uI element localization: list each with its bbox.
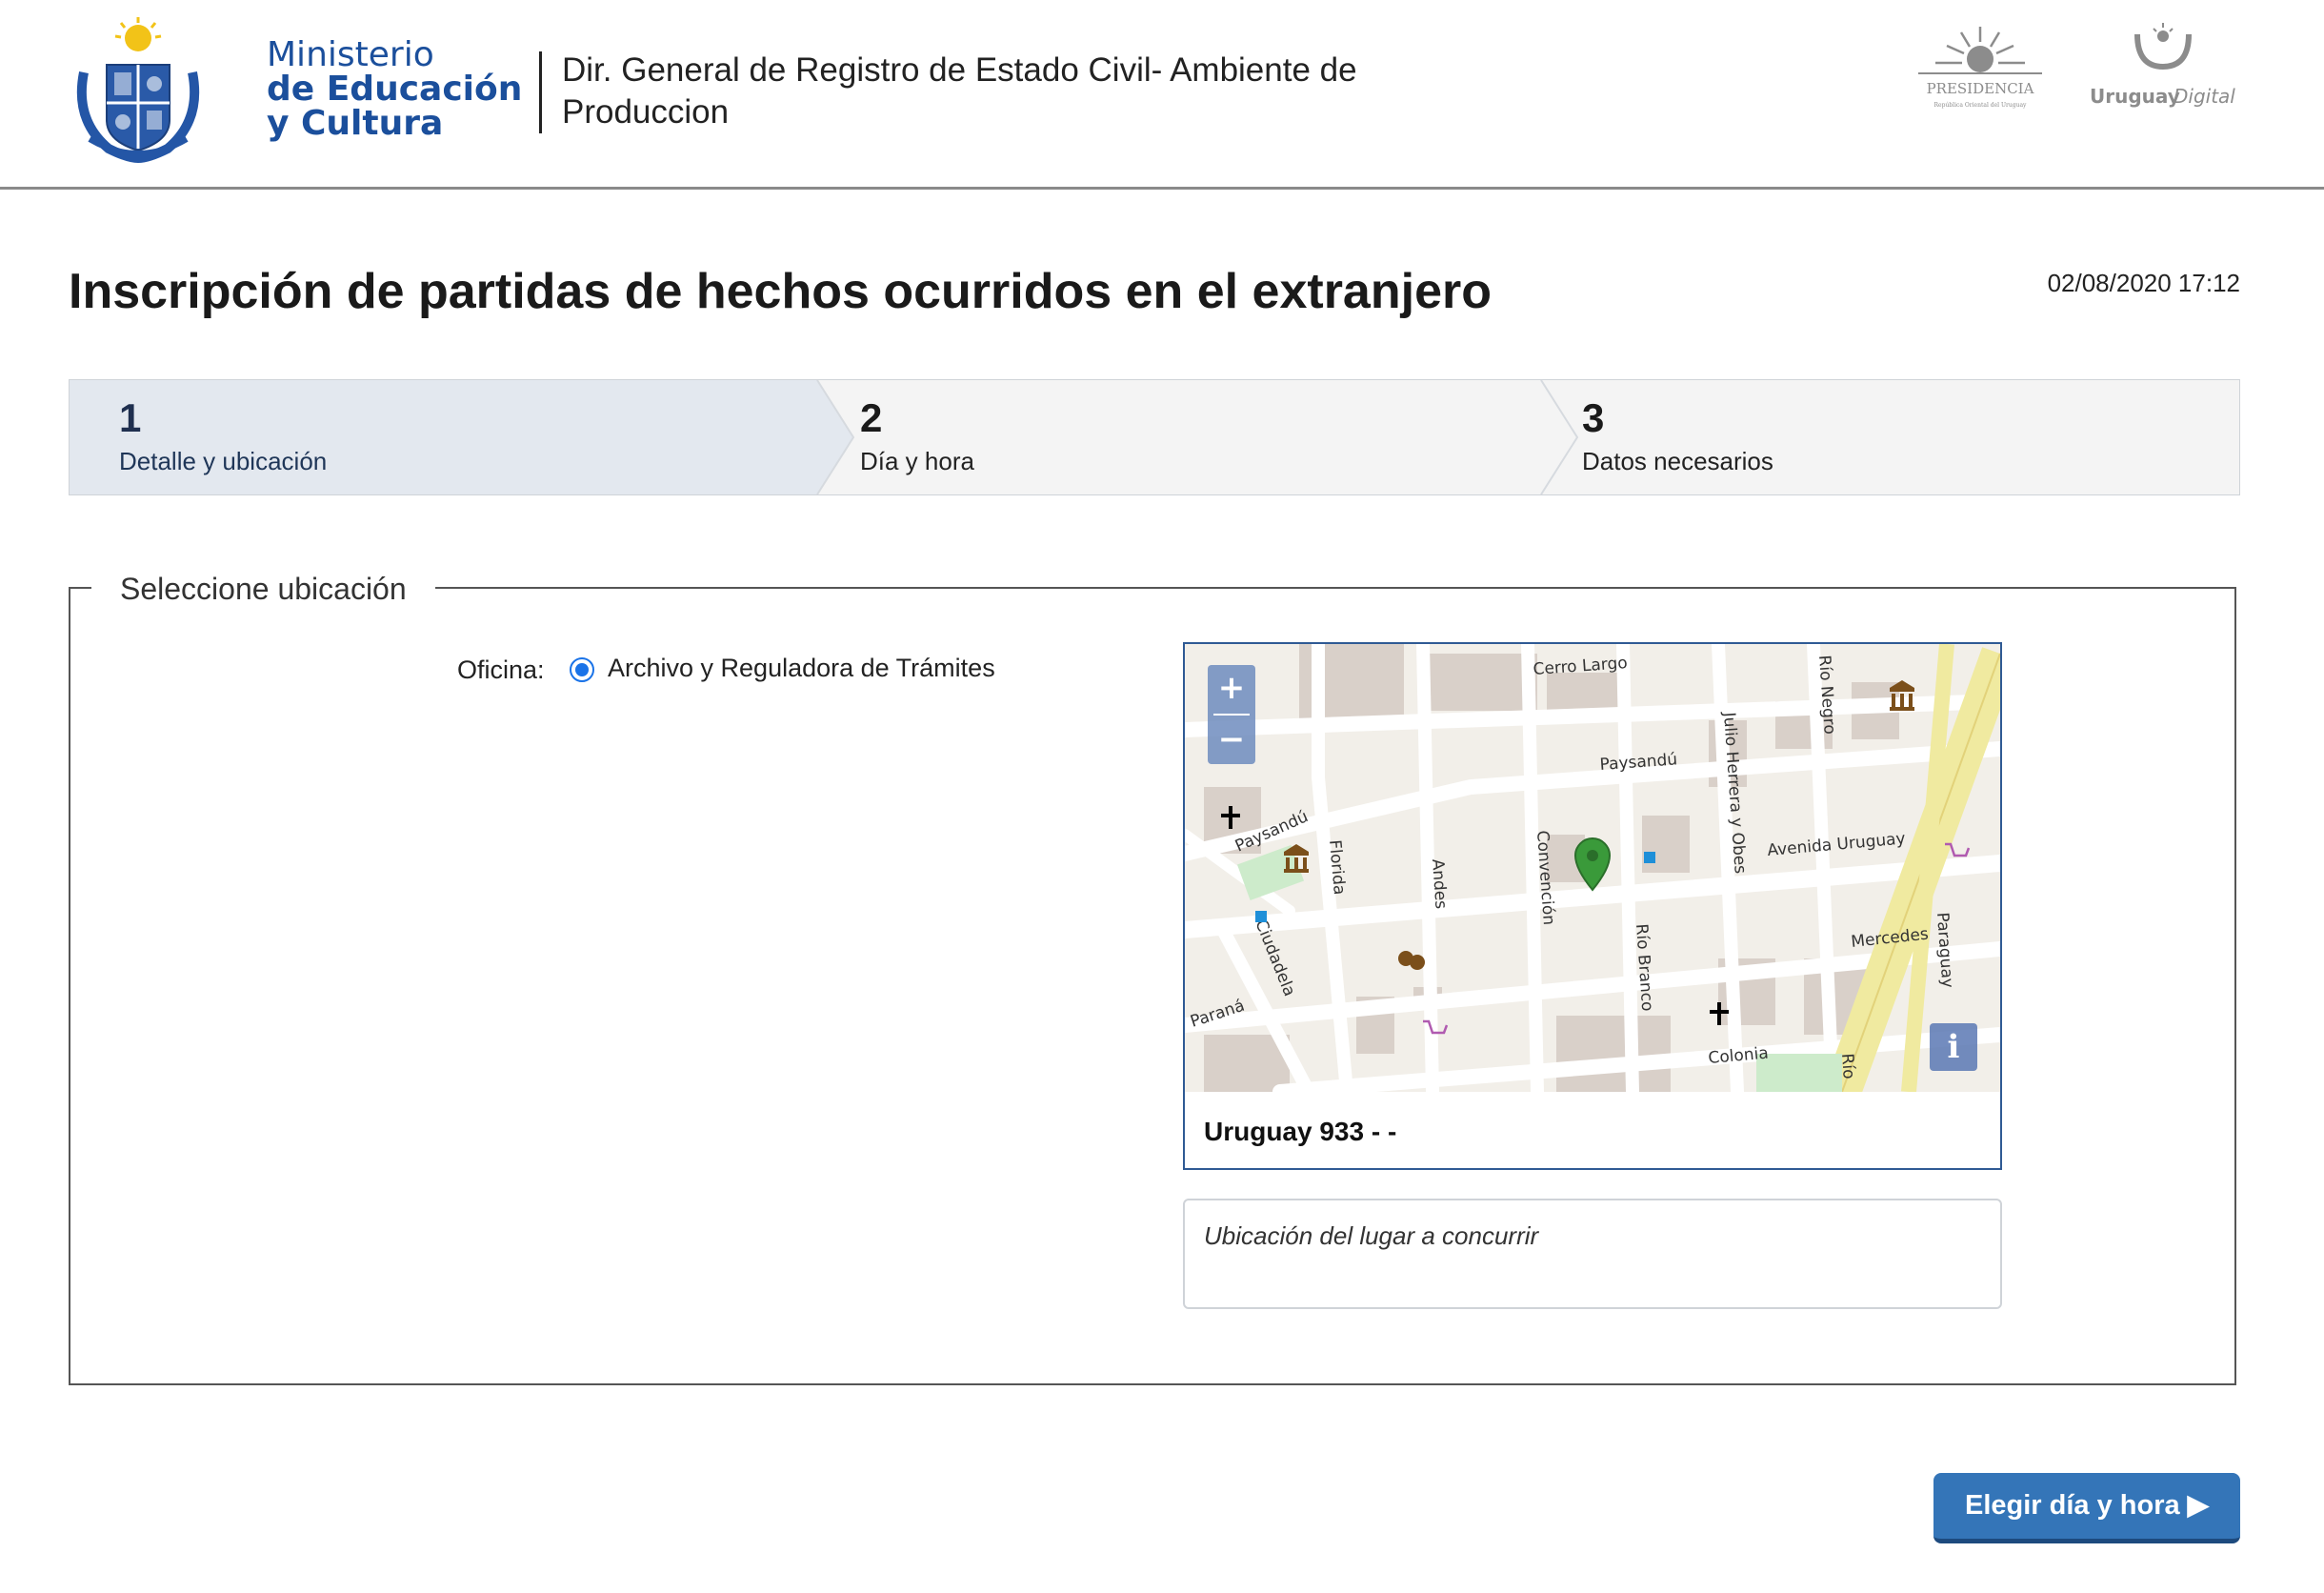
step-3-label: Datos necesarios [1582, 447, 1773, 475]
presidencia-subtext: República Oriental del Uruguay [1934, 102, 2028, 109]
ministry-logo-text: Ministerio de Educación y Cultura [267, 38, 522, 141]
ministry-line-3: y Cultura [267, 104, 444, 143]
step-2-number: 2 [860, 395, 883, 440]
presidencia-text: PRESIDENCIA [1927, 80, 2034, 97]
step-1-number: 1 [119, 395, 142, 440]
step-1[interactable]: 1 Detalle y ubicación [70, 380, 822, 494]
wizard-steps: 1 Detalle y ubicación 2 Día y hora 3 Dat… [69, 379, 2240, 495]
step-2-label: Día y hora [860, 447, 974, 475]
step-3[interactable]: 3 Datos necesarios [1533, 380, 2237, 494]
location-notes-textarea[interactable]: Ubicación del lugar a concurrir [1183, 1199, 2002, 1309]
ministry-line-2: de Educación [267, 70, 523, 109]
header-divider [539, 51, 542, 133]
oficina-option-label[interactable]: Archivo y Reguladora de Trámites [608, 654, 995, 683]
step-3-number: 3 [1582, 395, 1605, 440]
ministry-line-1: Ministerio [267, 35, 434, 74]
zoom-out-button[interactable]: − [1208, 716, 1255, 764]
street-label-rio: Río [1837, 1053, 1858, 1079]
location-legend: Seleccione ubicación [91, 568, 435, 610]
coat-of-arms-logo [76, 17, 200, 164]
uruguay-digital-text: Uruguay [2090, 85, 2180, 108]
site-header: Ministerio de Educación y Cultura Dir. G… [0, 0, 2324, 190]
zoom-divider [1213, 714, 1250, 716]
zoom-controls: + − [1208, 665, 1255, 764]
uruguay-digital-logo: Uruguay Digital [2090, 23, 2235, 108]
presidencia-logo: PRESIDENCIA República Oriental del Urugu… [1918, 27, 2042, 109]
map-info-button[interactable]: i [1930, 1023, 1977, 1071]
datetime-stamp: 02/08/2020 17:12 [2047, 269, 2240, 297]
street-label-andes: Andes [1428, 858, 1451, 910]
office-address: Uruguay 933 - - [1204, 1117, 1397, 1146]
page-title: Inscripción de partidas de hechos ocurri… [69, 264, 1492, 319]
zoom-in-button[interactable]: + [1208, 665, 1255, 713]
oficina-radio[interactable] [570, 657, 594, 682]
choose-date-time-button[interactable]: Elegir día y hora ▶ [1933, 1473, 2240, 1543]
step-1-label: Detalle y ubicación [119, 447, 328, 475]
uruguay-digital-text2: Digital [2174, 85, 2235, 108]
step-2[interactable]: 2 Día y hora [811, 380, 1534, 494]
map-card: Cerro Largo Paysandú Paysandú Avenida Ur… [1183, 642, 2002, 1170]
office-map[interactable]: Cerro Largo Paysandú Paysandú Avenida Ur… [1185, 644, 2000, 1092]
office-title: Dir. General de Registro de Estado Civil… [562, 51, 1357, 131]
textarea-placeholder: Ubicación del lugar a concurrir [1204, 1221, 1539, 1250]
oficina-label: Oficina: [457, 655, 545, 684]
map-tiles: Cerro Largo Paysandú Paysandú Avenida Ur… [1185, 644, 2000, 1092]
